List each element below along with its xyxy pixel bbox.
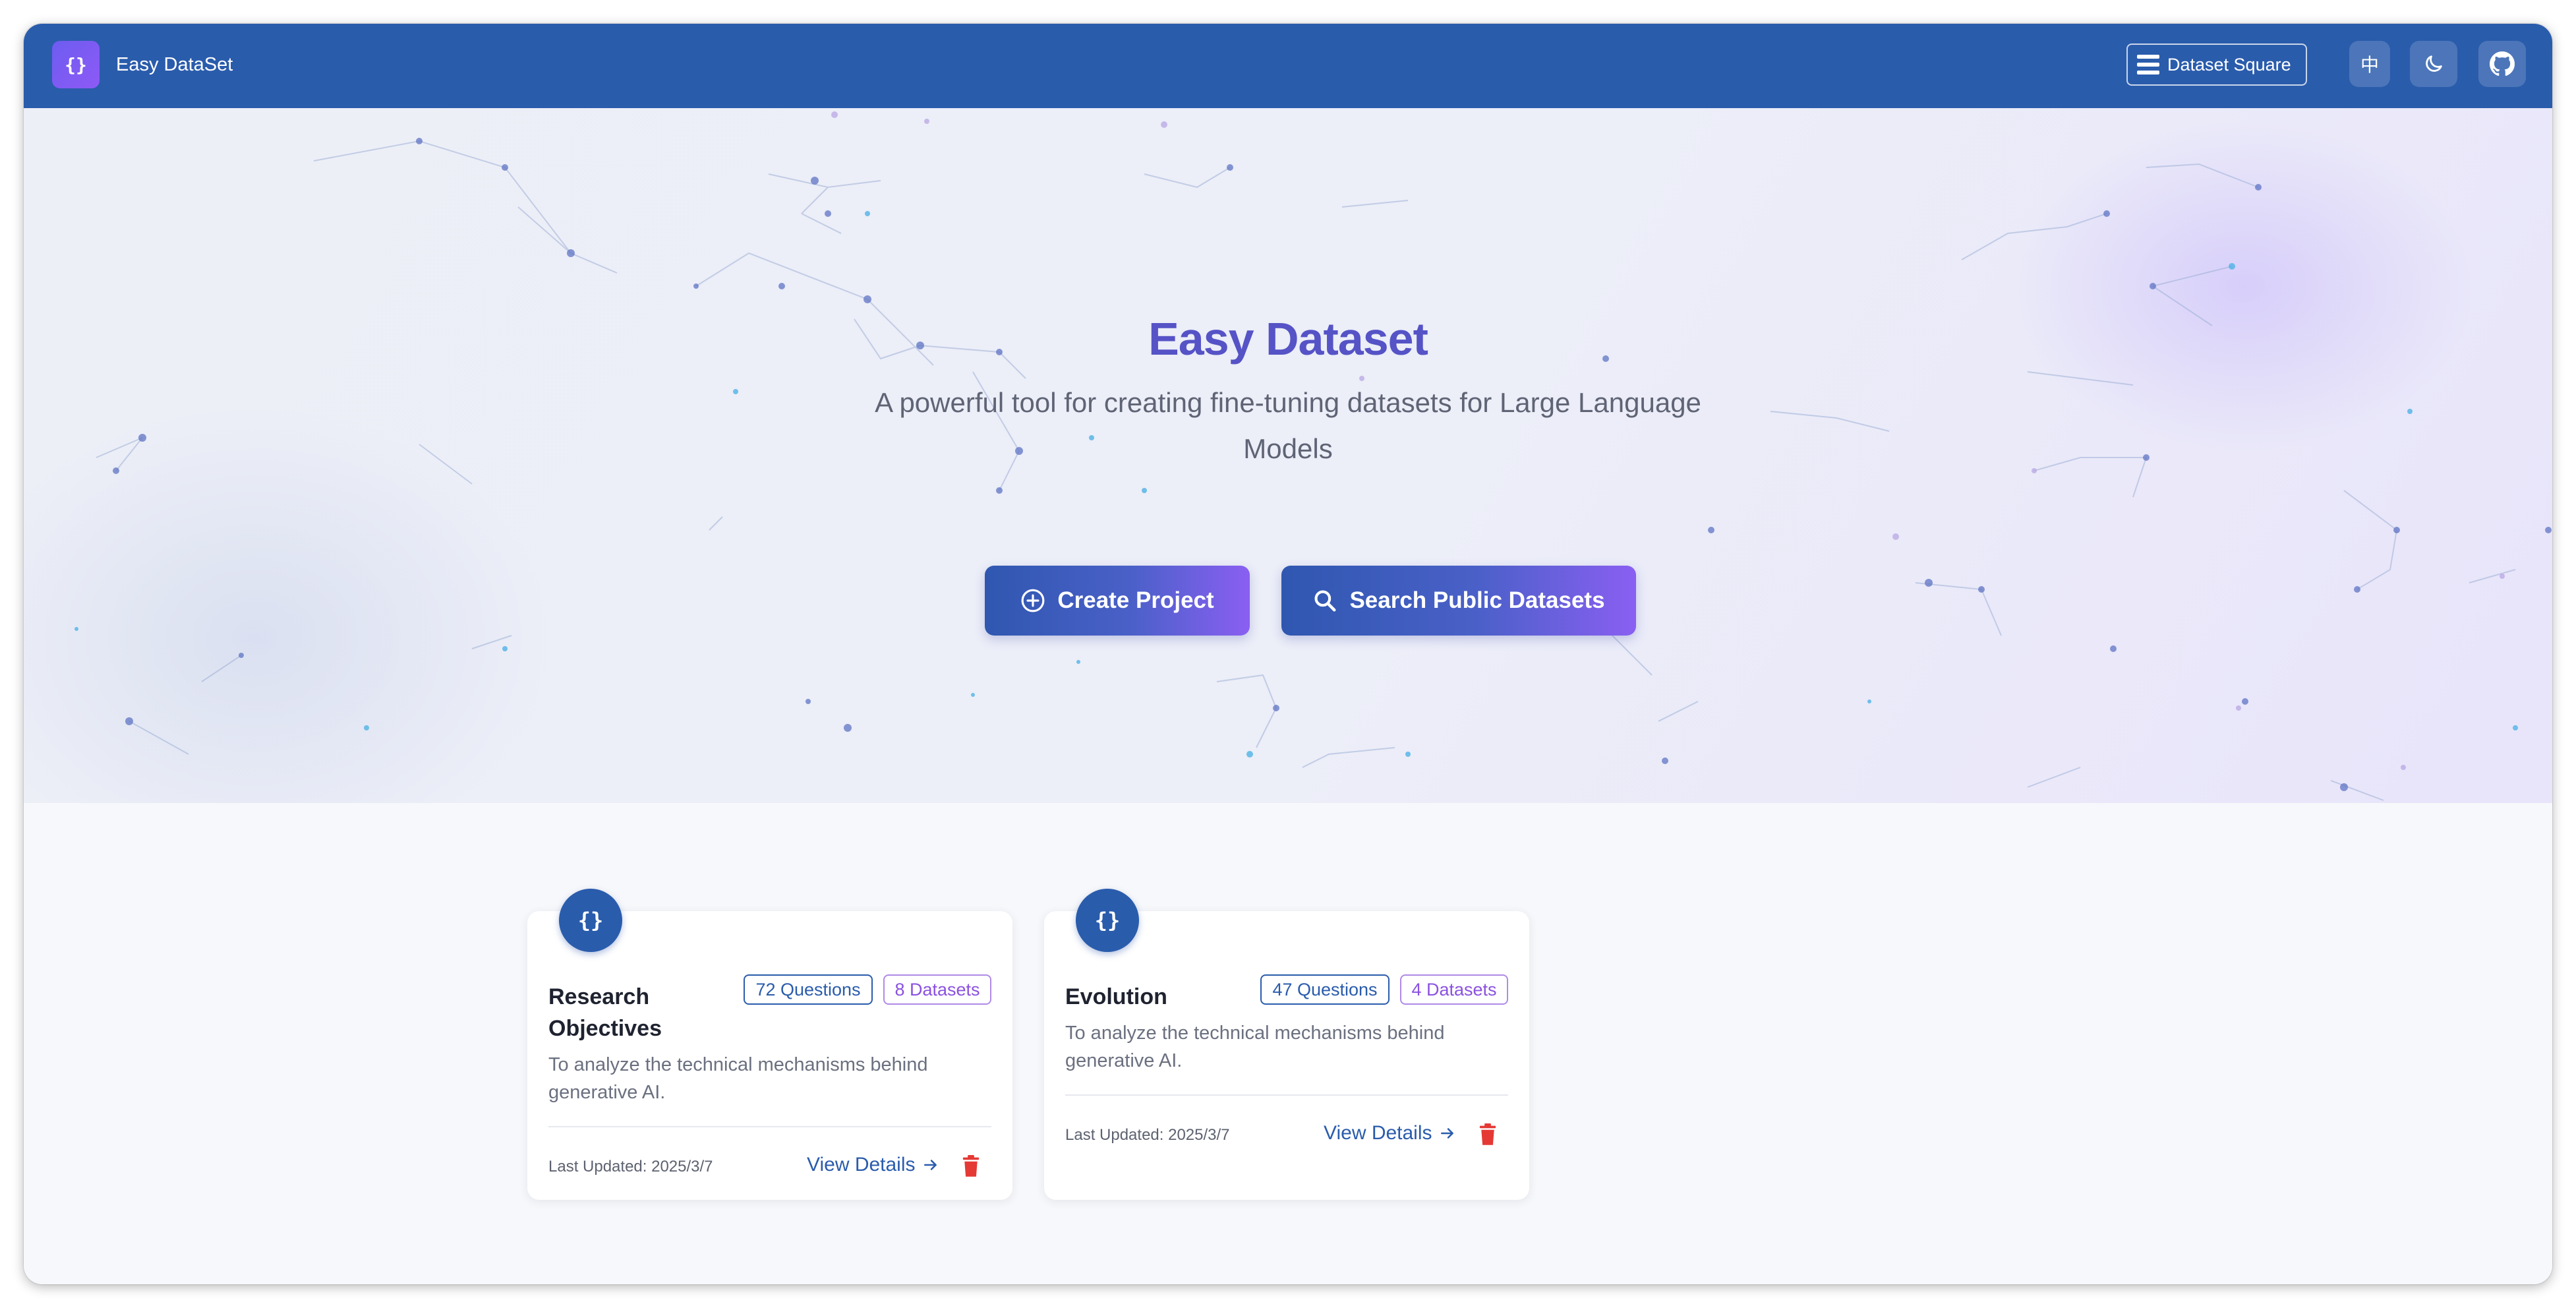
create-project-button[interactable]: Create Project — [985, 566, 1250, 636]
search-public-datasets-button[interactable]: Search Public Datasets — [1281, 566, 1636, 636]
datasets-badge: 4 Datasets — [1400, 974, 1508, 1005]
last-updated: Last Updated: 2025/3/7 — [548, 1158, 713, 1175]
hero-section: Easy Dataset A powerful tool for creatin… — [24, 108, 2552, 803]
hero-title: Easy Dataset — [1148, 313, 1428, 365]
card-divider — [1065, 1094, 1508, 1096]
delete-icon[interactable] — [961, 1155, 981, 1177]
hero-subtitle: A powerful tool for creating fine-tuning… — [875, 387, 1701, 464]
view-details-link[interactable]: View Details — [1324, 1122, 1456, 1144]
last-updated: Last Updated: 2025/3/7 — [1065, 1126, 1230, 1144]
create-project-label: Create Project — [1057, 587, 1214, 613]
datasets-badge: 8 Datasets — [883, 974, 991, 1005]
card-divider — [548, 1126, 991, 1127]
view-details-label: View Details — [1324, 1122, 1432, 1144]
project-title[interactable]: Research Objectives — [548, 981, 707, 1044]
view-details-link[interactable]: View Details — [807, 1154, 939, 1176]
arrow-right-icon — [1440, 1128, 1453, 1139]
app-logo-icon[interactable]: {} — [52, 41, 100, 88]
github-icon — [2490, 51, 2515, 76]
project-title[interactable]: Evolution — [1065, 981, 1223, 1013]
view-details-label: View Details — [807, 1154, 916, 1175]
search-public-datasets-label: Search Public Datasets — [1349, 587, 1605, 613]
top-navigation-bar: {} Easy DataSet Dataset Square 中 — [24, 24, 2552, 108]
list-icon — [2137, 55, 2159, 74]
project-icon: {} — [559, 889, 622, 952]
project-card[interactable]: {} Research Objectives 72 Questions 8 Da… — [527, 889, 1012, 1200]
dataset-square-label: Dataset Square — [2167, 54, 2291, 74]
arrow-right-icon — [923, 1160, 937, 1170]
app-window: {} Easy DataSet Dataset Square 中 Easy Da… — [24, 24, 2552, 1284]
dataset-square-button[interactable]: Dataset Square — [2126, 44, 2307, 86]
moon-icon — [2426, 55, 2442, 72]
github-button[interactable] — [2478, 41, 2526, 87]
project-card[interactable]: {} Evolution 47 Questions 4 Datasets To … — [1044, 889, 1529, 1200]
search-icon — [1314, 590, 1336, 612]
project-icon: {} — [1076, 889, 1139, 952]
project-description: To analyze the technical mechanisms behi… — [1065, 1023, 1445, 1071]
app-title[interactable]: Easy DataSet — [116, 51, 233, 78]
questions-badge: 72 Questions — [744, 974, 873, 1005]
language-toggle-button[interactable]: 中 — [2349, 41, 2390, 87]
project-description: To analyze the technical mechanisms behi… — [548, 1054, 928, 1103]
theme-toggle-button[interactable] — [2410, 41, 2457, 87]
questions-badge: 47 Questions — [1260, 974, 1390, 1005]
language-label: 中 — [2360, 55, 2379, 75]
delete-icon[interactable] — [1478, 1123, 1498, 1146]
projects-area: {} Research Objectives 72 Questions 8 Da… — [24, 803, 2552, 1284]
plus-circle-icon — [1021, 589, 1045, 612]
